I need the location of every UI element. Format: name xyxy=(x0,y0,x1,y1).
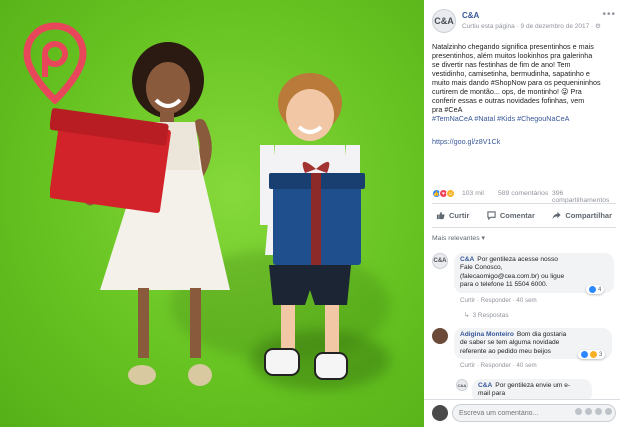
current-user-avatar xyxy=(432,405,448,421)
post-text-line: pra #CeA xyxy=(432,105,463,114)
comment-reactions[interactable]: 3 xyxy=(578,350,606,359)
post-text-line: vestidinho, camisetinha, bermudinha, sap… xyxy=(432,69,590,78)
comment-reaction-count: 3 xyxy=(599,351,603,358)
comment-reactions[interactable]: 4 xyxy=(586,285,605,294)
page-avatar[interactable]: C&A xyxy=(432,9,456,33)
comment-author[interactable]: Adigina Monteiro xyxy=(460,331,514,338)
post-actions: Curtir Comentar Compartilhar xyxy=(432,206,616,224)
reply-item: C&A C&A Por gentileza envie um e- mail pa… xyxy=(456,379,616,402)
composer-tools xyxy=(575,408,612,415)
comment-author[interactable]: C&A xyxy=(478,382,492,389)
comments-count[interactable]: 589 comentários xyxy=(498,190,548,197)
comment-text-line: de saber se tem alguma novidade xyxy=(460,339,560,347)
share-button[interactable]: Compartilhar xyxy=(548,206,616,224)
divider xyxy=(432,227,616,228)
post-photo[interactable] xyxy=(0,0,424,427)
thumbs-up-icon xyxy=(436,211,445,219)
reaction-icons[interactable]: 👍 ♥ ☺ xyxy=(432,189,455,198)
more-options-icon[interactable]: ••• xyxy=(602,9,616,20)
comment-label: Comentar xyxy=(499,210,535,220)
comment-author[interactable]: C&A xyxy=(460,256,474,263)
post-header: C&A C&A Curtiu esta página · 9 de dezemb… xyxy=(432,9,616,37)
comment-button[interactable]: Comentar xyxy=(483,206,539,224)
post-link[interactable]: https://goo.gl/z8V1Ck xyxy=(432,137,500,146)
comment-text-line: Por gentileza envie um e- xyxy=(495,382,571,389)
share-label: Compartilhar xyxy=(565,210,612,220)
comment-text-line: Por gentileza acesse nosso xyxy=(477,256,558,263)
comment-item: Adigina Monteiro Bom dia gostaria de sabe… xyxy=(432,328,616,372)
page-name-link[interactable]: C&A xyxy=(462,11,479,20)
comment-text-line: Fale Conosco, xyxy=(460,264,503,272)
comment-sort-dropdown[interactable]: Mais relevantes ▾ xyxy=(432,234,485,242)
comment-item: C&A C&A Por gentileza acesse nosso Fale C… xyxy=(432,253,616,319)
comment-text-line: Bom dia gostaria xyxy=(516,331,567,338)
facebook-photo-viewer: C&A C&A Curtiu esta página · 9 de dezemb… xyxy=(0,0,620,427)
commenter-avatar[interactable]: C&A xyxy=(456,379,468,391)
commenter-avatar[interactable]: C&A xyxy=(432,253,448,269)
reply-arrow-icon: ↳ xyxy=(464,312,470,319)
post-text-line: se divertir nas festinhas de fim de ano!… xyxy=(432,60,571,69)
comment-composer xyxy=(424,399,620,427)
comment-actions[interactable]: Curtir · Responder · 40 sem xyxy=(460,362,537,369)
post-text: Natalzinho chegando significa presentinh… xyxy=(432,42,612,123)
comment-icon xyxy=(487,210,496,220)
boy-figure xyxy=(260,73,365,380)
comment-reaction-count: 4 xyxy=(598,286,602,293)
like-reaction-icon xyxy=(581,351,588,358)
view-replies-link[interactable]: ↳ 3 Respostas xyxy=(464,311,509,320)
post-text-line: conferir essas e outras novidades fofinh… xyxy=(432,96,585,105)
post-text-line: curtirem de montão... ops, de montinho! … xyxy=(432,87,582,96)
haha-reaction-icon xyxy=(590,351,597,358)
emoji-icon[interactable] xyxy=(575,408,582,415)
post-text-line: presentinhos, além muitos lookinhos pra … xyxy=(432,51,593,60)
replies-count: 3 Respostas xyxy=(472,311,509,319)
comment-text-line: (falecaomigo@cea.com.br) ou ligue xyxy=(460,272,565,280)
share-icon xyxy=(552,211,561,219)
post-details-panel: C&A C&A Curtiu esta página · 9 de dezemb… xyxy=(424,0,620,427)
gif-icon[interactable] xyxy=(595,408,602,415)
commenter-avatar[interactable] xyxy=(432,328,448,344)
reactions-bar: 👍 ♥ ☺ 103 mil 589 comentários 396 compar… xyxy=(432,189,616,204)
post-text-line: Natalzinho chegando significa presentinh… xyxy=(432,42,594,51)
comment-actions[interactable]: Curtir · Responder · 40 sem xyxy=(460,297,537,304)
comment-text-line: para o telefone 11 5504 6000. xyxy=(460,281,548,289)
camera-icon[interactable] xyxy=(585,408,592,415)
reactions-count[interactable]: 103 mil xyxy=(462,190,484,197)
post-hashtags[interactable]: #TemNaCeA #Natal #Kids #ChegouNaCeA xyxy=(432,114,612,123)
like-label: Curtir xyxy=(449,210,470,220)
sticker-icon[interactable] xyxy=(605,408,612,415)
divider xyxy=(432,203,616,204)
comment-text-line: mail para xyxy=(478,390,506,398)
haha-reaction-icon: ☺ xyxy=(446,189,455,198)
post-text-line: muito mais dando #ShopNow para os pequen… xyxy=(432,78,601,87)
girl-figure xyxy=(50,42,230,386)
like-button[interactable]: Curtir xyxy=(432,206,473,224)
comment-text-line: referente ao pedido meu beijos xyxy=(460,347,551,355)
shares-count[interactable]: 396 compartilhamentos xyxy=(552,190,616,204)
like-reaction-icon xyxy=(589,286,596,293)
post-meta: Curtiu esta página · 9 de dezembro de 20… xyxy=(462,23,601,30)
